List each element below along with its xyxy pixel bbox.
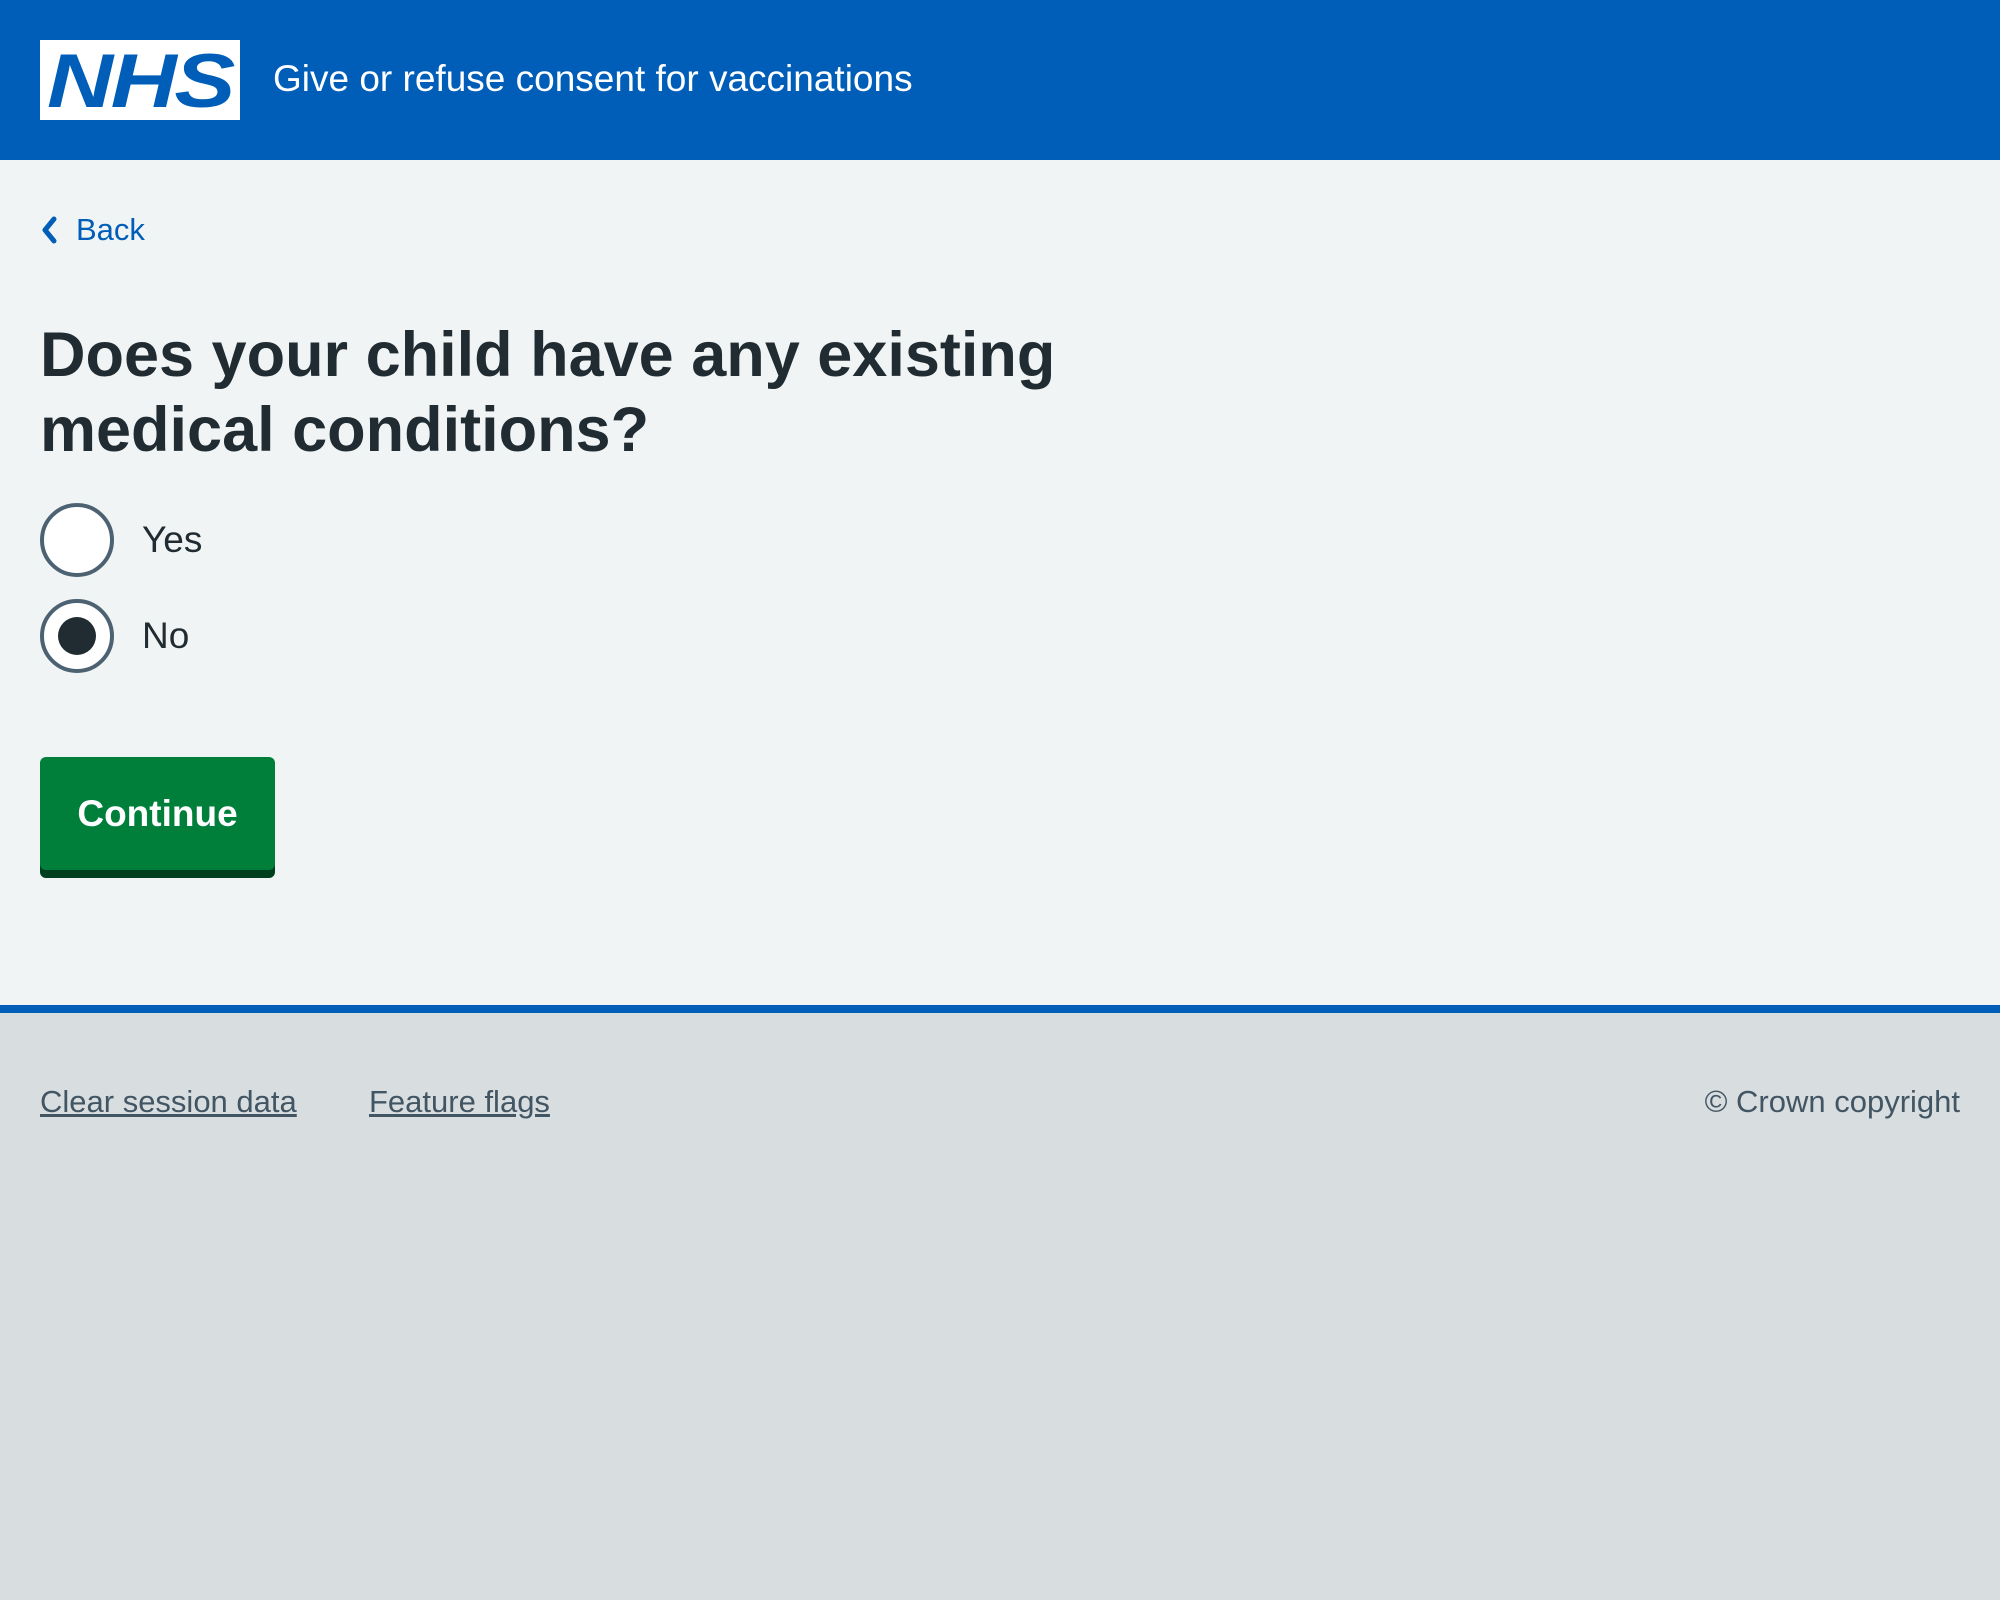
main-content: Back Does your child have any existing m… bbox=[0, 160, 2000, 1005]
copyright-notice: © Crown copyright bbox=[1704, 1084, 1960, 1119]
back-link[interactable]: Back bbox=[40, 210, 145, 250]
radio-label-no[interactable]: No bbox=[142, 612, 189, 660]
question-heading: Does your child have any existing medica… bbox=[40, 320, 1056, 465]
radio-button-no[interactable] bbox=[40, 599, 114, 673]
back-link-label: Back bbox=[76, 212, 145, 247]
radio-selected-dot bbox=[58, 617, 96, 655]
feature-flags-link[interactable]: Feature flags bbox=[369, 1082, 550, 1122]
continue-button[interactable]: Continue bbox=[40, 757, 275, 870]
service-name[interactable]: Give or refuse consent for vaccinations bbox=[273, 55, 913, 103]
site-header: NHS Give or refuse consent for vaccinati… bbox=[0, 0, 2000, 160]
site-footer: Clear session data Feature flags © Crown… bbox=[0, 1013, 2000, 1600]
nhs-logo[interactable]: NHS bbox=[40, 40, 240, 120]
radio-label-yes[interactable]: Yes bbox=[142, 516, 202, 564]
radio-option-no[interactable]: No bbox=[40, 596, 189, 676]
footer-divider bbox=[0, 1005, 2000, 1013]
radio-option-yes[interactable]: Yes bbox=[40, 500, 202, 580]
svg-text:NHS: NHS bbox=[47, 40, 235, 120]
radio-button-yes[interactable] bbox=[40, 503, 114, 577]
chevron-left-icon bbox=[42, 216, 57, 244]
clear-session-data-link[interactable]: Clear session data bbox=[40, 1082, 297, 1122]
